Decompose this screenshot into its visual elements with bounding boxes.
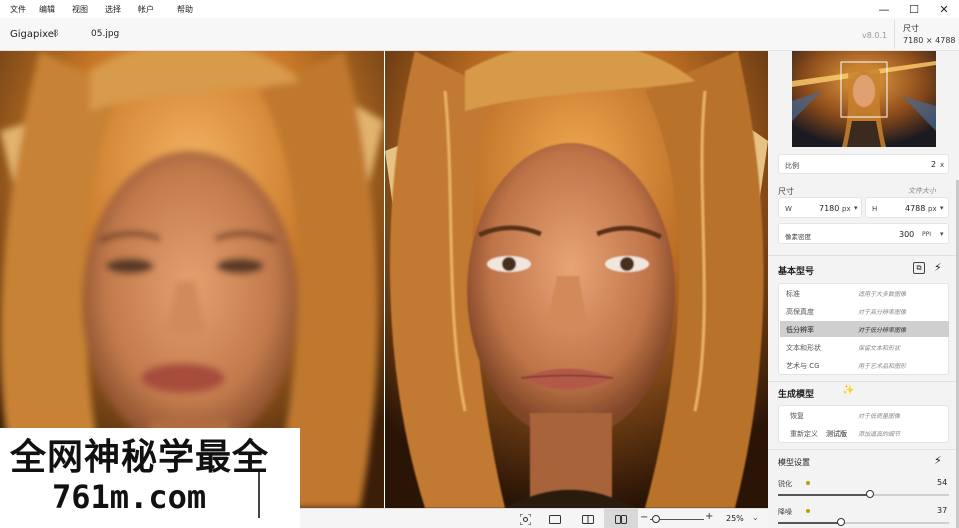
app-name: Gigapixel: [10, 29, 57, 40]
split-view-icon[interactable]: [581, 512, 595, 526]
sharpen-value: 54: [937, 478, 948, 487]
file-tab[interactable]: 05.jpg: [91, 29, 119, 39]
bottom-toolbar: − + 25% ⌄: [300, 508, 768, 528]
model-item-low-resolution[interactable]: 低分辨率 对于低分辨率图像: [780, 321, 949, 337]
lightning-icon[interactable]: ⚡: [934, 261, 942, 274]
close-button[interactable]: ✕: [929, 0, 959, 18]
sharpen-label: 锐化: [778, 480, 792, 488]
denoise-label: 降噪: [778, 508, 792, 516]
menu-select[interactable]: 选择: [105, 4, 121, 15]
title-bar: Gigapixel 8 05.jpg v8.0.1 尺寸 7180 × 4788: [0, 18, 959, 51]
denoise-value: 37: [937, 506, 948, 515]
height-field[interactable]: H 4788 px ▾: [865, 197, 949, 218]
chevron-down-icon[interactable]: ▾: [940, 230, 944, 238]
generative-models-list: 恢复 对于低质量图像 重新定义 测试版 添加逼真的细节: [778, 405, 949, 443]
beta-badge: 测试版: [826, 430, 847, 438]
model-item-high-fidelity[interactable]: 高保真度 对于高分辨率图像: [780, 303, 949, 319]
chevron-down-icon[interactable]: ⌄: [752, 513, 759, 522]
denoise-slider-fill: [778, 522, 841, 524]
chevron-down-icon[interactable]: ▾: [940, 204, 944, 212]
sharpen-slider-handle[interactable]: [866, 490, 874, 498]
scale-field[interactable]: 比例 2 x: [778, 154, 949, 174]
minimize-button[interactable]: —: [869, 0, 899, 18]
width-unit: px: [842, 205, 851, 213]
app-window: 文件 编辑 视图 选择 帐户 帮助 — ☐ ✕ Gigapixel 8 05.j…: [0, 0, 959, 528]
generative-models-title: 生成模型: [778, 390, 815, 400]
scale-unit: x: [940, 161, 945, 169]
watermark-line2: 761m.com: [52, 478, 207, 516]
output-size-header: 尺寸 7180 × 4788: [894, 20, 959, 49]
denoise-slider-handle[interactable]: [837, 518, 845, 526]
output-size-label: 尺寸: [903, 24, 919, 33]
menu-edit[interactable]: 编辑: [39, 4, 55, 15]
divider: [768, 381, 959, 382]
preview-area[interactable]: 全网神秘学最全 761m.com: [0, 51, 768, 528]
maximize-button[interactable]: ☐: [899, 0, 929, 18]
base-models-list: 标准 适用于大多数图像 高保真度 对于高分辨率图像 低分辨率 对于低分辨率图像 …: [778, 283, 949, 375]
dimensions-label: 尺寸: [778, 187, 794, 196]
model-settings-title: 模型设置: [778, 458, 810, 467]
scale-label: 比例: [785, 162, 799, 170]
compare-models-icon[interactable]: ⧉: [913, 262, 925, 274]
zoom-level[interactable]: 25%: [726, 514, 744, 523]
window-controls: — ☐ ✕: [869, 0, 959, 18]
settings-panel: 比例 2 x 尺寸 文件大小 W 7180 px ▾ H 4788 px ▾ 像…: [768, 51, 959, 528]
watermark-cursor: [258, 472, 260, 518]
width-value: 7180: [819, 204, 840, 213]
zoom-in-icon[interactable]: +: [705, 511, 713, 522]
height-label: H: [872, 205, 878, 213]
model-item-recover[interactable]: 恢复 对于低质量图像: [780, 407, 949, 423]
sparkle-icon[interactable]: ✨: [842, 385, 854, 396]
pixel-density-unit: PPI: [922, 231, 932, 238]
model-item-text-shapes[interactable]: 文本和形状 保留文本和形状: [780, 339, 949, 355]
menu-view[interactable]: 视图: [72, 4, 88, 15]
pixel-density-value: 300: [899, 230, 915, 239]
width-label: W: [785, 205, 792, 213]
divider: [768, 255, 959, 256]
scale-value: 2: [931, 160, 937, 169]
height-value: 4788: [905, 204, 926, 213]
model-item-art-cg[interactable]: 艺术与 CG 用于艺术品和图形: [780, 357, 949, 373]
side-by-side-icon[interactable]: [614, 512, 628, 526]
app-version: 8: [53, 29, 59, 39]
denoise-indicator: [806, 509, 810, 513]
version-label: v8.0.1: [862, 31, 888, 40]
chevron-down-icon[interactable]: ▾: [854, 204, 858, 212]
focus-icon[interactable]: [518, 512, 532, 526]
menu-file[interactable]: 文件: [10, 4, 26, 15]
watermark-line1: 全网神秘学最全: [10, 437, 270, 478]
menu-account[interactable]: 帐户: [138, 4, 154, 15]
pixel-density-field[interactable]: 像素密度 300 PPI ▾: [778, 223, 949, 244]
single-view-icon[interactable]: [548, 512, 562, 526]
lightning-icon[interactable]: ⚡: [934, 454, 942, 467]
sharpen-slider-fill: [778, 494, 870, 496]
navigator-thumbnail[interactable]: [792, 51, 936, 147]
pixel-density-label: 像素密度: [785, 233, 811, 241]
output-size-value: 7180 × 4788: [903, 36, 956, 45]
model-item-redefine[interactable]: 重新定义 测试版 添加逼真的细节: [780, 425, 949, 441]
enhanced-preview[interactable]: [385, 51, 768, 508]
menu-help[interactable]: 帮助: [177, 4, 193, 15]
portrait-image-enhanced: [385, 51, 768, 508]
model-item-standard[interactable]: 标准 适用于大多数图像: [780, 285, 949, 301]
watermark-banner: 全网神秘学最全 761m.com: [0, 428, 300, 528]
file-size-link[interactable]: 文件大小: [908, 186, 936, 196]
height-unit: px: [928, 205, 937, 213]
sharpen-indicator: [806, 481, 810, 485]
divider: [768, 449, 959, 450]
zoom-slider-handle[interactable]: [652, 515, 660, 523]
width-field[interactable]: W 7180 px ▾: [778, 197, 862, 218]
menu-bar: 文件 编辑 视图 选择 帐户 帮助 — ☐ ✕: [0, 0, 959, 18]
zoom-out-icon[interactable]: −: [640, 512, 648, 523]
base-models-title: 基本型号: [778, 267, 815, 277]
